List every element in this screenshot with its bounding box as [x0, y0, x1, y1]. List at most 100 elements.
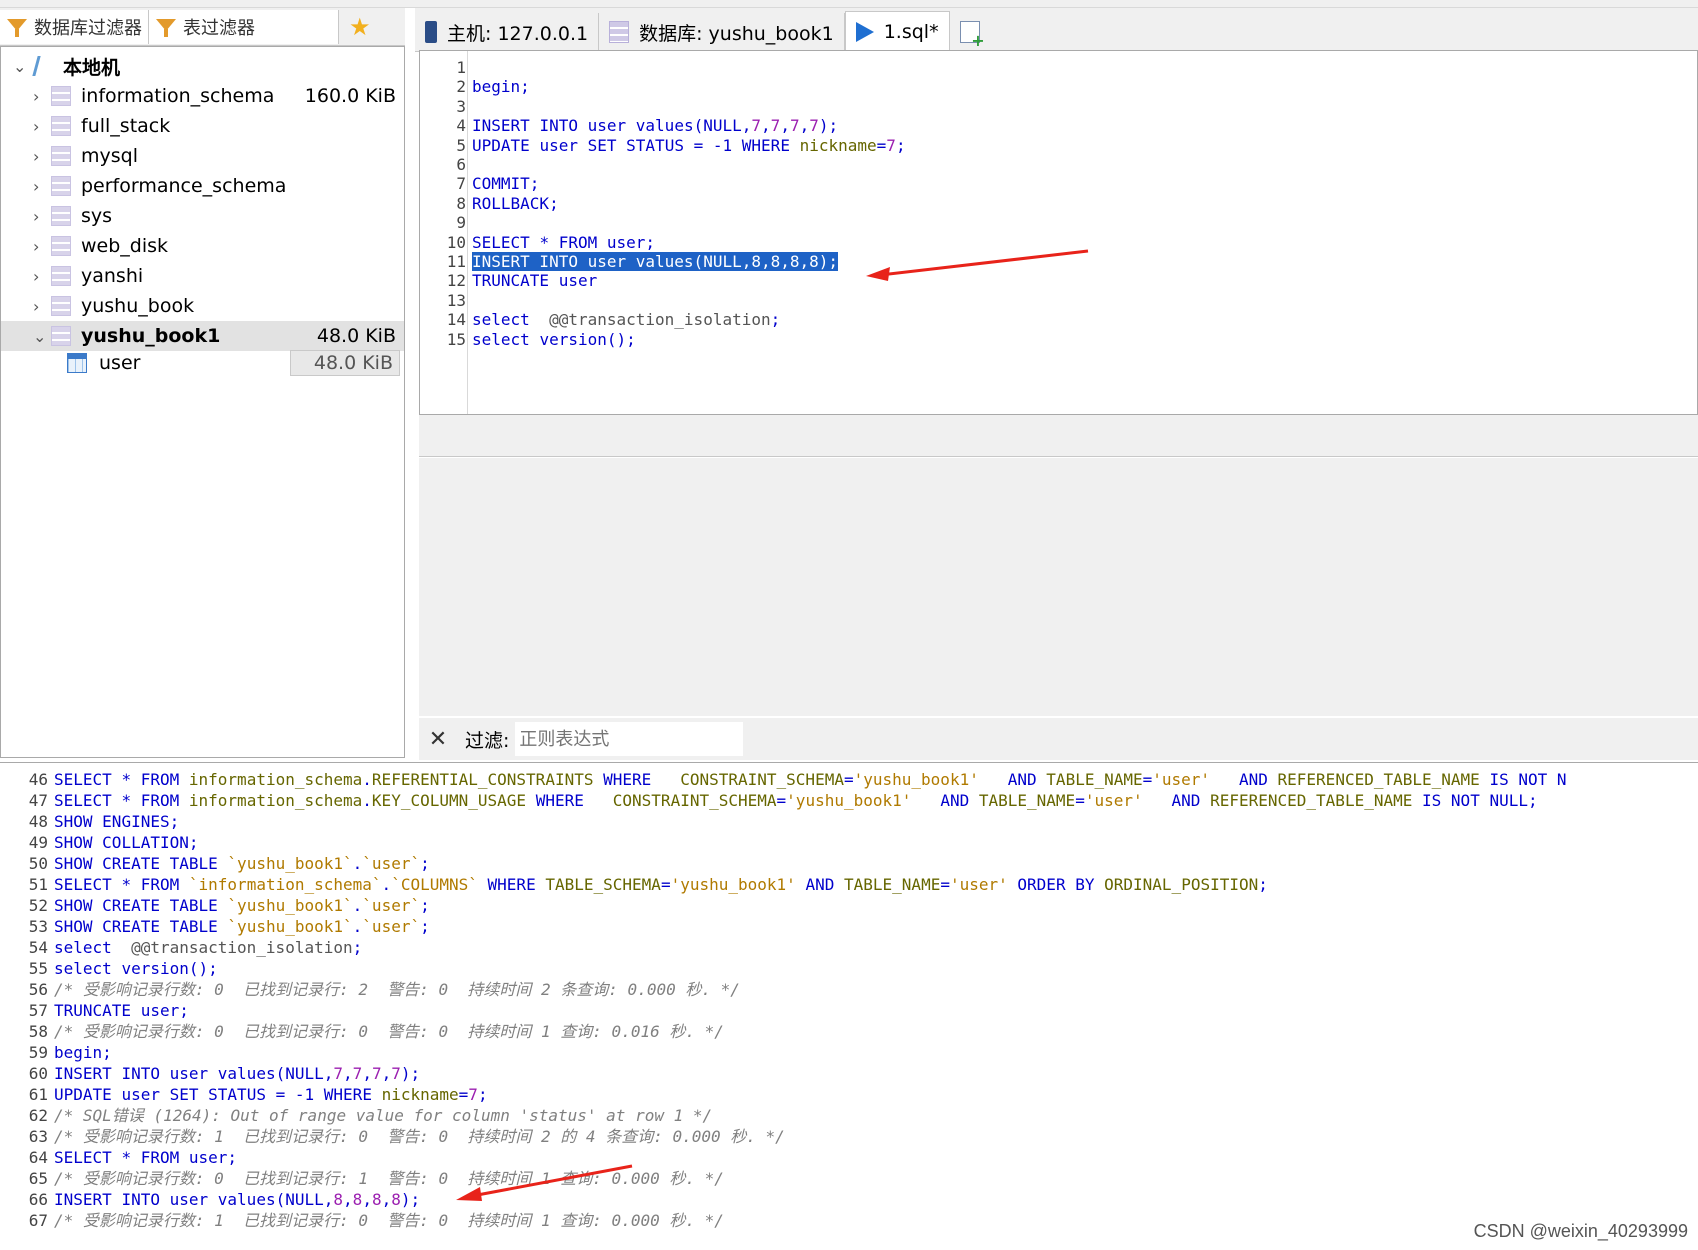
log-line-number: 63: [28, 1127, 48, 1146]
database-label: sys: [81, 205, 113, 227]
line-number: 13: [446, 290, 466, 310]
log-code: SHOW CREATE TABLE `yushu_book1`.`user`;: [54, 917, 430, 936]
editor-code: begin;: [472, 77, 530, 97]
selected-text: INSERT INTO user values(NULL,8,8,8,8);: [472, 252, 839, 271]
log-code: /* 受影响记录行数: 1 已找到记录行: 0 警告: 0 持续时间 1 查询:…: [54, 1211, 724, 1230]
tree-database-item[interactable]: › yushu_book: [1, 291, 404, 321]
log-code: INSERT INTO user values(NULL,8,8,8,8);: [54, 1190, 421, 1209]
database-label: mysql: [81, 145, 138, 167]
log-code: SHOW CREATE TABLE `yushu_book1`.`user`;: [54, 896, 430, 915]
database-icon: [51, 296, 71, 316]
editor-code: COMMIT;: [472, 174, 540, 194]
run-icon[interactable]: [855, 21, 874, 42]
log-code: /* 受影响记录行数: 0 已找到记录行: 0 警告: 0 持续时间 1 查询:…: [54, 1022, 724, 1041]
database-label: yushu_book: [81, 295, 195, 317]
tab-query[interactable]: 1.sql*: [844, 11, 950, 51]
chevron-right-icon[interactable]: ›: [33, 297, 45, 316]
tree-database-item[interactable]: › mysql: [1, 141, 404, 171]
chevron-down-icon[interactable]: ⌄: [33, 327, 46, 346]
database-label: information_schema: [81, 85, 275, 107]
query-tab-bar: 主机: 127.0.0.1 数据库: yushu_book1 1.sql*: [415, 8, 1698, 52]
query-log[interactable]: 46 SELECT * FROM information_schema.REFER…: [0, 762, 1698, 1250]
log-line-number: 59: [28, 1043, 48, 1062]
database-tree: ⌄ 本地机 › information_schema 160.0 KiB › full_…: [0, 46, 405, 758]
tab-database[interactable]: 数据库: yushu_book1: [599, 13, 845, 51]
log-line-number: 58: [28, 1022, 48, 1041]
editor-status-area: [419, 415, 1698, 457]
line-number: 1: [456, 58, 466, 77]
db-filter-tab[interactable]: 数据库过滤器: [0, 9, 149, 44]
chevron-right-icon[interactable]: ›: [33, 87, 45, 106]
filter-input[interactable]: [515, 722, 744, 756]
tree-database-item[interactable]: › yanshi: [1, 261, 404, 291]
database-icon: [51, 236, 71, 256]
chevron-right-icon[interactable]: ›: [33, 237, 45, 256]
table-size: 48.0 KiB: [290, 350, 400, 376]
tab-database-label: 数据库: yushu_book1: [639, 22, 834, 45]
database-icon: [609, 21, 630, 43]
chevron-right-icon[interactable]: ›: [33, 267, 45, 286]
log-line-number: 48: [28, 812, 48, 831]
line-number: 8: [456, 193, 466, 213]
tab-host-label: 主机: 127.0.0.1: [447, 22, 589, 45]
table-label: user: [99, 352, 141, 374]
tab-host[interactable]: 主机: 127.0.0.1: [415, 13, 600, 51]
chevron-right-icon[interactable]: ›: [33, 147, 45, 166]
editor-code: select version();: [472, 329, 636, 349]
database-icon: [51, 146, 71, 166]
tree-table-user[interactable]: user 48.0 KiB: [1, 348, 404, 378]
log-line-number: 66: [28, 1190, 48, 1209]
log-code: /* 受影响记录行数: 0 已找到记录行: 2 警告: 0 持续时间 2 条查询…: [54, 980, 740, 999]
log-code: SELECT * FROM `information_schema`.`COLU…: [54, 875, 1268, 894]
database-icon: [51, 116, 71, 136]
editor-code: TRUNCATE user: [472, 271, 598, 291]
line-number: 15: [446, 329, 466, 349]
table-filter-tab[interactable]: 表过滤器: [149, 9, 339, 44]
annotation-arrow: [866, 249, 1089, 281]
line-number: 4: [456, 116, 466, 136]
top-toolbar-strip: [0, 0, 1698, 8]
database-icon: [51, 266, 71, 286]
sql-editor[interactable]: 1 2 begin; 3 4 INSERT INTO user values(NULL,7…: [419, 50, 1698, 415]
chevron-down-icon[interactable]: ⌄: [13, 57, 26, 76]
database-label: full_stack: [81, 115, 171, 137]
tree-database-item[interactable]: › performance_schema: [1, 171, 404, 201]
tree-database-item[interactable]: › web_disk: [1, 231, 404, 261]
tree-database-item[interactable]: › sys: [1, 201, 404, 231]
log-line-number: 50: [28, 854, 48, 873]
new-query-tab[interactable]: [950, 13, 990, 51]
table-filter-label: 表过滤器: [183, 17, 255, 39]
log-line-number: 49: [28, 833, 48, 852]
log-line-number: 61: [28, 1085, 48, 1104]
chevron-right-icon[interactable]: ›: [33, 117, 45, 136]
line-number: 12: [446, 271, 466, 291]
chevron-right-icon[interactable]: ›: [33, 207, 45, 226]
line-number: 9: [456, 213, 466, 233]
star-icon[interactable]: ★: [349, 13, 371, 41]
log-line-number: 57: [28, 1001, 48, 1020]
funnel-icon: [155, 16, 177, 38]
watermark: CSDN @weixin_40293999: [1473, 1221, 1688, 1241]
line-number: 7: [456, 174, 466, 194]
log-line-number: 53: [28, 917, 48, 936]
tree-database-item[interactable]: ⌄ yushu_book1 48.0 KiB: [1, 321, 404, 351]
editor-code: INSERT INTO user values(NULL,8,8,8,8);: [472, 251, 839, 272]
close-icon[interactable]: ✕: [423, 727, 453, 752]
line-number: 6: [456, 155, 466, 174]
chevron-right-icon[interactable]: ›: [33, 177, 45, 196]
database-label: web_disk: [81, 235, 169, 257]
log-code: select @@transaction_isolation;: [54, 938, 363, 957]
log-line-number: 54: [28, 938, 48, 957]
log-line-number: 47: [28, 791, 48, 810]
editor-code: SELECT * FROM user;: [472, 232, 656, 252]
tree-host[interactable]: ⌄ 本地机: [1, 51, 404, 81]
log-line-number: 62: [28, 1106, 48, 1125]
editor-code: INSERT INTO user values(NULL,7,7,7,7);: [472, 116, 839, 136]
log-code: /* 受影响记录行数: 1 已找到记录行: 0 警告: 0 持续时间 2 的 4…: [54, 1127, 785, 1146]
log-code: TRUNCATE user;: [54, 1001, 189, 1020]
log-code: begin;: [54, 1043, 112, 1062]
tree-database-item[interactable]: › information_schema 160.0 KiB: [1, 81, 404, 111]
database-size: 48.0 KiB: [316, 325, 396, 347]
tree-database-item[interactable]: › full_stack: [1, 111, 404, 141]
log-code: SELECT * FROM information_schema.REFEREN…: [54, 770, 1567, 789]
